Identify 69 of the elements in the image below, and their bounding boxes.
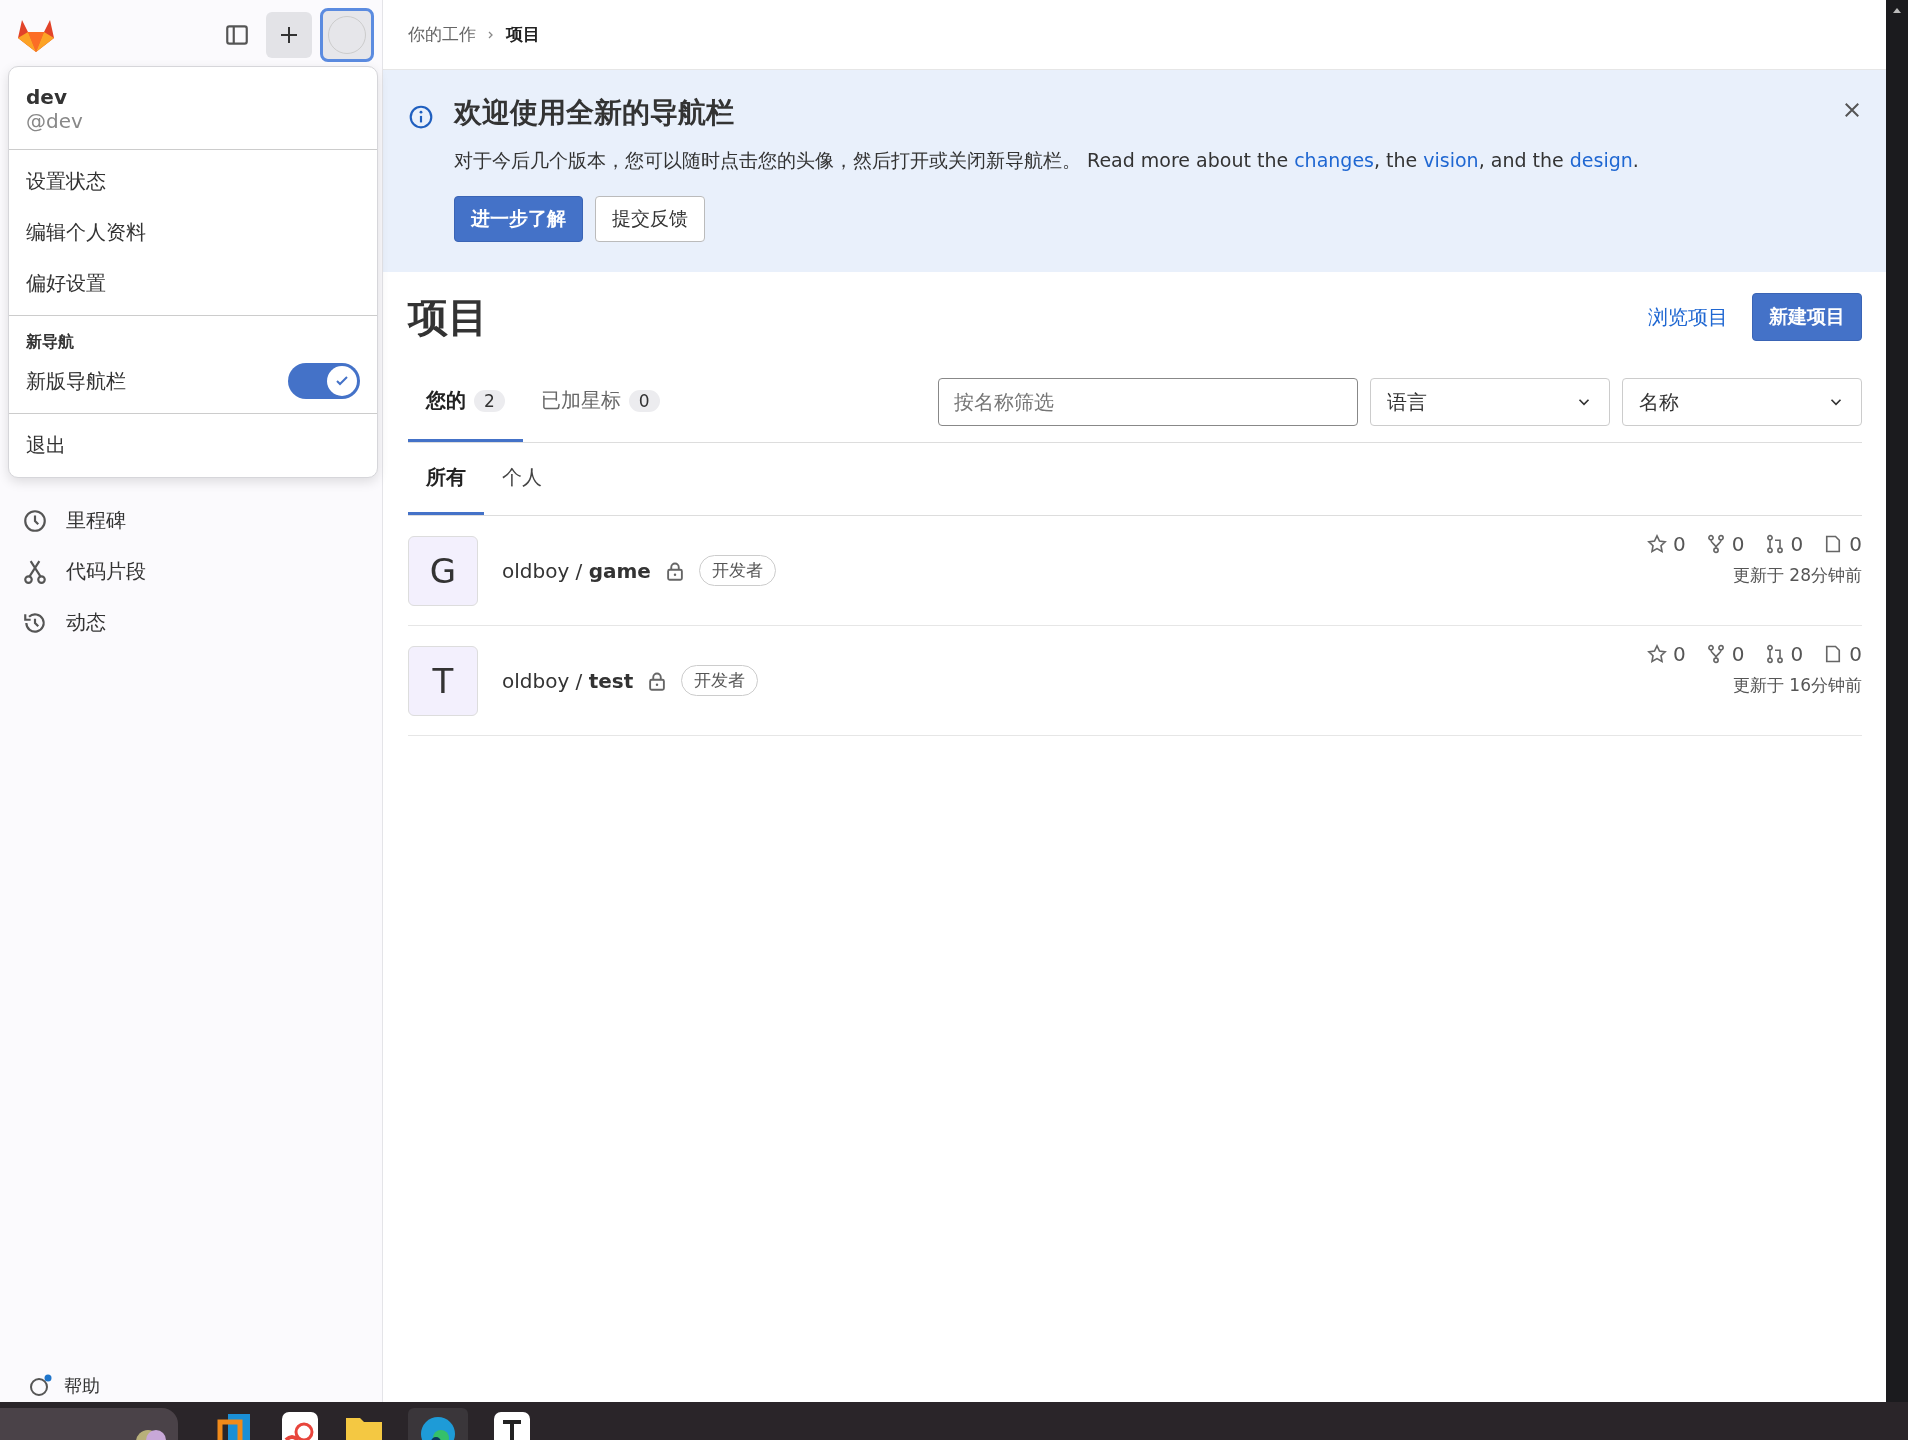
issue-count: 0 <box>1849 642 1862 666</box>
filter-field[interactable]: 按名称筛选 <box>938 378 1358 426</box>
merge-request-count: 0 <box>1790 642 1804 666</box>
dropdown[interactable]: 名称 <box>1622 378 1862 426</box>
clock-icon <box>22 507 48 534</box>
banner-link[interactable]: design <box>1569 149 1633 171</box>
breadcrumb-link[interactable]: 项目 <box>506 23 540 46</box>
breadcrumb-link[interactable]: 你的工作 <box>408 23 476 46</box>
learn-more-button[interactable]: 进一步了解 <box>454 196 583 242</box>
tab[interactable]: 您的 2 <box>408 362 523 442</box>
fork-icon[interactable] <box>1705 534 1726 554</box>
scroll-up-icon[interactable] <box>1892 6 1902 14</box>
menu-item[interactable]: 编辑个人资料 <box>9 207 377 258</box>
star-count: 0 <box>1673 532 1686 556</box>
text-editor-icon[interactable] <box>492 1410 532 1440</box>
issue-count: 0 <box>1849 532 1862 556</box>
taskbar-search-field[interactable] <box>0 1408 178 1440</box>
browse-link[interactable]: 浏览项目 <box>1648 303 1728 331</box>
dropdown[interactable]: 语言 <box>1370 378 1610 426</box>
star-icon[interactable] <box>1647 644 1668 664</box>
star-icon[interactable] <box>1647 534 1668 554</box>
toggle-switch[interactable] <box>288 363 360 399</box>
sidebar-item[interactable]: 代码片段 <box>0 546 382 597</box>
fork-count: 0 <box>1731 532 1745 556</box>
avatar-button[interactable] <box>320 8 374 62</box>
tab[interactable]: 个人 <box>484 443 560 515</box>
toggle-label: 新版导航栏 <box>26 367 126 395</box>
sidebar-item[interactable]: 动态 <box>0 597 382 648</box>
help-icon <box>28 1374 52 1398</box>
scissors-icon <box>22 558 48 585</box>
banner-link[interactable]: changes <box>1294 149 1374 171</box>
banner-link[interactable]: vision <box>1423 149 1479 171</box>
menu-item[interactable]: 偏好设置 <box>9 258 377 309</box>
fork-count: 0 <box>1731 642 1745 666</box>
scrollbar[interactable] <box>1886 0 1908 1402</box>
merge-request-count: 0 <box>1790 532 1804 556</box>
project-avatar[interactable]: T <box>408 645 478 716</box>
sidebar-toggle-icon[interactable] <box>224 22 250 48</box>
lock-icon <box>664 560 685 581</box>
sidebar-item[interactable]: 里程碑 <box>0 495 382 546</box>
star-count: 0 <box>1673 642 1686 666</box>
banner-title: 欢迎使用全新的导航栏 <box>454 95 735 131</box>
feedback-button[interactable]: 提交反馈 <box>595 196 705 242</box>
page-title: 项目 <box>408 292 488 342</box>
lock-icon <box>647 670 668 691</box>
merge-request-icon[interactable] <box>1764 644 1785 664</box>
sign-out-item[interactable]: 退出 <box>9 420 377 471</box>
user-name: dev <box>26 85 68 109</box>
updated-time: 更新于 28分钟前 <box>1732 564 1862 587</box>
project-avatar[interactable]: G <box>408 535 478 606</box>
merge-request-icon[interactable] <box>1764 534 1785 554</box>
banner-text: 对于今后几个版本，您可以随时点击您的头像，然后打开或关闭新导航栏。 Read more about the changes, the vision, and the design. <box>454 148 1640 173</box>
tab[interactable]: 所有 <box>408 443 484 515</box>
user-handle: @dev <box>26 109 84 133</box>
info-icon <box>408 104 434 130</box>
help-link[interactable]: 帮助 <box>0 1374 382 1402</box>
project-name[interactable]: oldboy / game <box>502 558 651 583</box>
fork-icon[interactable] <box>1705 644 1726 664</box>
app-icon[interactable] <box>280 1410 320 1440</box>
menu-item[interactable]: 设置状态 <box>9 156 377 207</box>
project-name[interactable]: oldboy / test <box>502 668 634 693</box>
updated-time: 更新于 16分钟前 <box>1732 674 1862 697</box>
new-project-button[interactable]: 新建项目 <box>1752 293 1862 341</box>
count-badge: 0 <box>628 389 660 412</box>
count-badge: 2 <box>474 389 505 412</box>
plus-button[interactable] <box>266 12 312 58</box>
menu-section-title: 新导航 <box>25 331 75 353</box>
close-icon[interactable] <box>1842 100 1862 120</box>
tab[interactable]: 已加星标 0 <box>522 362 678 442</box>
